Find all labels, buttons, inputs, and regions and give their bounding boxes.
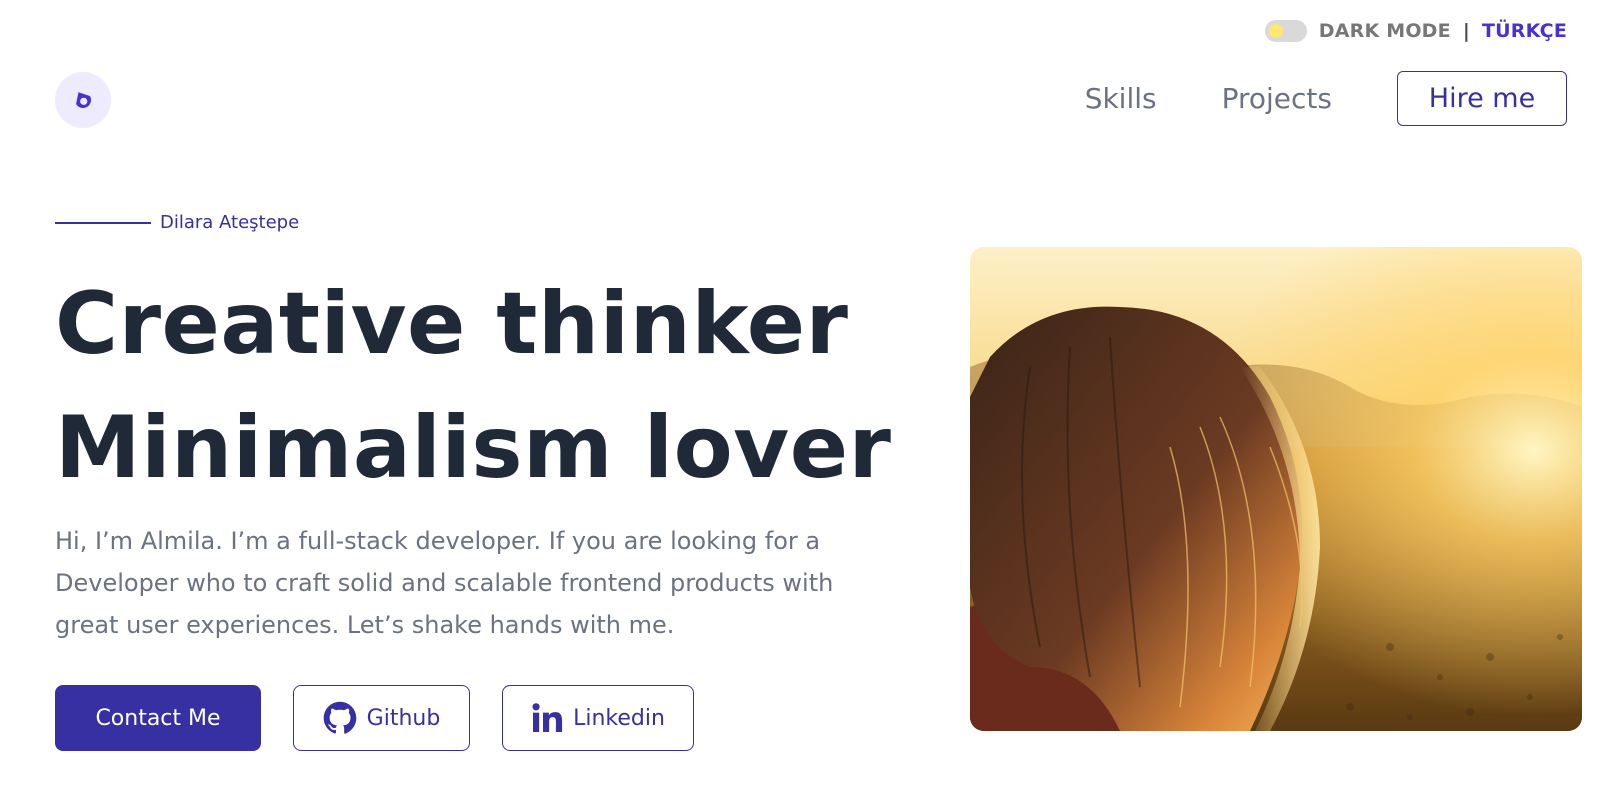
logo[interactable] [55, 72, 111, 128]
linkedin-icon [532, 703, 563, 732]
language-switch-link[interactable]: TÜRKÇE [1482, 20, 1567, 42]
github-button[interactable]: Github [293, 685, 470, 751]
headline-line-1: Creative thinker [55, 274, 849, 374]
linkedin-label: Linkedin [573, 705, 665, 731]
hire-me-button[interactable]: Hire me [1397, 71, 1567, 126]
top-bar: DARK MODE | TÜRKÇE [1264, 20, 1567, 42]
hero-portrait-image [970, 247, 1582, 731]
contact-me-button[interactable]: Contact Me [55, 685, 261, 751]
page: DARK MODE | TÜRKÇE Skills Projects Hire … [0, 0, 1622, 811]
hero-intro: Hi, I’m Almila. I’m a full-stack develop… [55, 527, 834, 639]
dark-mode-toggle[interactable] [1264, 20, 1307, 42]
hero-eyebrow: Dilara Ateştepe [55, 212, 299, 233]
dark-mode-label: DARK MODE [1318, 20, 1451, 42]
topbar-separator: | [1462, 20, 1470, 42]
eyebrow-name: Dilara Ateştepe [160, 212, 300, 233]
linkedin-button[interactable]: Linkedin [502, 685, 694, 751]
portrait-photo [970, 247, 1582, 731]
hero-headline: Creative thinker Minimalism lover [55, 262, 891, 510]
headline-line-2: Minimalism lover [55, 398, 892, 498]
github-icon [323, 701, 356, 734]
logo-mark-icon [76, 92, 91, 108]
contact-me-label: Contact Me [95, 705, 221, 731]
nav-link-skills[interactable]: Skills [1085, 82, 1157, 115]
main-nav: Skills Projects Hire me [1085, 71, 1567, 126]
nav-link-projects[interactable]: Projects [1222, 82, 1332, 115]
toggle-knob [1268, 24, 1283, 38]
eyebrow-line [55, 221, 151, 224]
hero-actions: Contact Me Github Linkedin [55, 685, 694, 751]
github-label: Github [366, 705, 441, 731]
